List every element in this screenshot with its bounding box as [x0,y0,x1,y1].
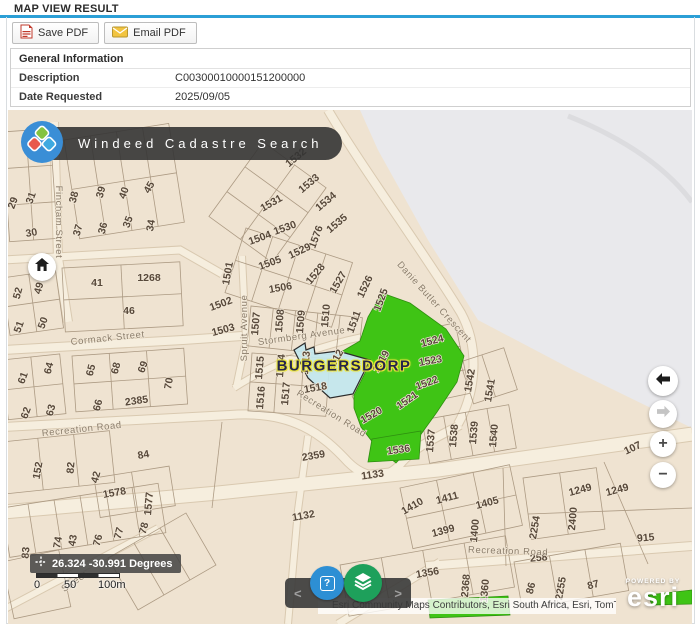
accent-divider [0,15,700,18]
date-requested-row: Date Requested 2025/09/05 [11,88,690,106]
page-title: MAP VIEW RESULT [14,3,119,15]
envelope-icon [112,26,128,41]
help-button[interactable]: ? [310,566,344,600]
scale-tick-mid: 50 [64,579,76,591]
general-information-title: General Information [11,49,690,69]
save-pdf-label: Save PDF [38,27,88,39]
parcel-number-label: 84 [137,448,151,462]
map-viewport[interactable]: 1915322931303839404537363534411268465249… [8,110,692,624]
parcel-number-label: 1577 [142,491,156,515]
esri-logo: POWERED BY esri [612,578,692,609]
parcel-number-label: 1515 [253,355,267,379]
description-value: C00300010000151200000 [167,69,313,87]
save-pdf-button[interactable]: Save PDF [12,22,99,44]
parcel-number-label: 1538 [447,423,461,447]
back-button[interactable] [648,366,678,396]
parcel-number-label: 1400 [468,518,482,542]
parcel-number-label: 1516 [254,385,268,409]
parcel-number-label: 41 [91,277,103,289]
pdf-icon [20,24,33,42]
parcel-number-label: 1539 [467,420,481,444]
arrow-right-icon [656,405,671,423]
help-icon: ? [320,576,335,591]
parcel-number-label: 1540 [487,423,501,447]
map-view-result-page: MAP VIEW RESULT Save PDF Email PDF Gener… [0,0,700,624]
windeed-logo-icon [20,120,64,164]
zoom-in-button[interactable]: + [650,431,676,457]
parcel-number-label: 2368 [459,573,473,597]
parcel-number-label: 1517 [279,381,293,405]
parcel-number-label: 2400 [566,506,580,530]
toolbar: Save PDF Email PDF [12,22,197,44]
widget-next-button[interactable]: > [394,586,402,601]
parcel-number-label: 46 [123,305,135,317]
street-name-label: Spruit Avenue [239,295,250,362]
scale-tick-start: 0 [34,579,40,591]
date-requested-label: Date Requested [11,88,167,106]
home-extent-button[interactable] [28,253,56,281]
email-pdf-label: Email PDF [133,27,186,39]
general-information-panel: General Information Description C0030001… [10,48,691,107]
town-label: BURGERSDORP [277,358,412,375]
parcel-number-label: 43 [66,534,80,548]
email-pdf-button[interactable]: Email PDF [104,22,197,44]
crosshair-icon [35,555,47,573]
minus-icon: − [658,467,667,483]
parcel-number-label: 1507 [249,311,263,335]
layers-icon [352,570,374,597]
coordinates-badge: 26.324 -30.991 Degrees [30,554,181,573]
parcel-number-label: 1510 [319,303,333,327]
description-label: Description [11,69,167,87]
arrow-left-icon [655,372,671,391]
coordinates-text: 26.324 -30.991 Degrees [52,558,172,570]
parcel-number-label: 1268 [137,272,161,284]
map-banner: Windeed Cadastre Search [38,127,342,160]
map-banner-title: Windeed Cadastre Search [78,136,322,151]
parcel-number-label: 1508 [273,308,287,332]
parcel-number-label: 74 [51,536,65,550]
parcel-number-label: 34 [144,219,158,233]
parcel-number-label: 82 [65,461,78,474]
home-icon [35,258,49,276]
esri-wordmark: esri [612,585,692,609]
basemap-layers-button[interactable] [344,564,382,602]
plus-icon: + [658,436,667,452]
widget-prev-button[interactable]: < [294,586,302,601]
zoom-out-button[interactable]: − [650,462,676,488]
scale-tick-end: 100m [98,579,126,591]
street-name-label: Fincham Street [53,186,64,259]
parcel-number-label: 1537 [424,428,438,452]
description-row: Description C00300010000151200000 [11,69,690,88]
parcel-number-label: 915 [636,531,655,544]
scale-bar: 0 50 100m [36,573,120,591]
date-requested-value: 2025/09/05 [167,88,238,106]
forward-button[interactable] [649,400,677,428]
parcel-number-label: 30 [25,226,39,240]
parcel-number-label: 70 [162,377,176,391]
